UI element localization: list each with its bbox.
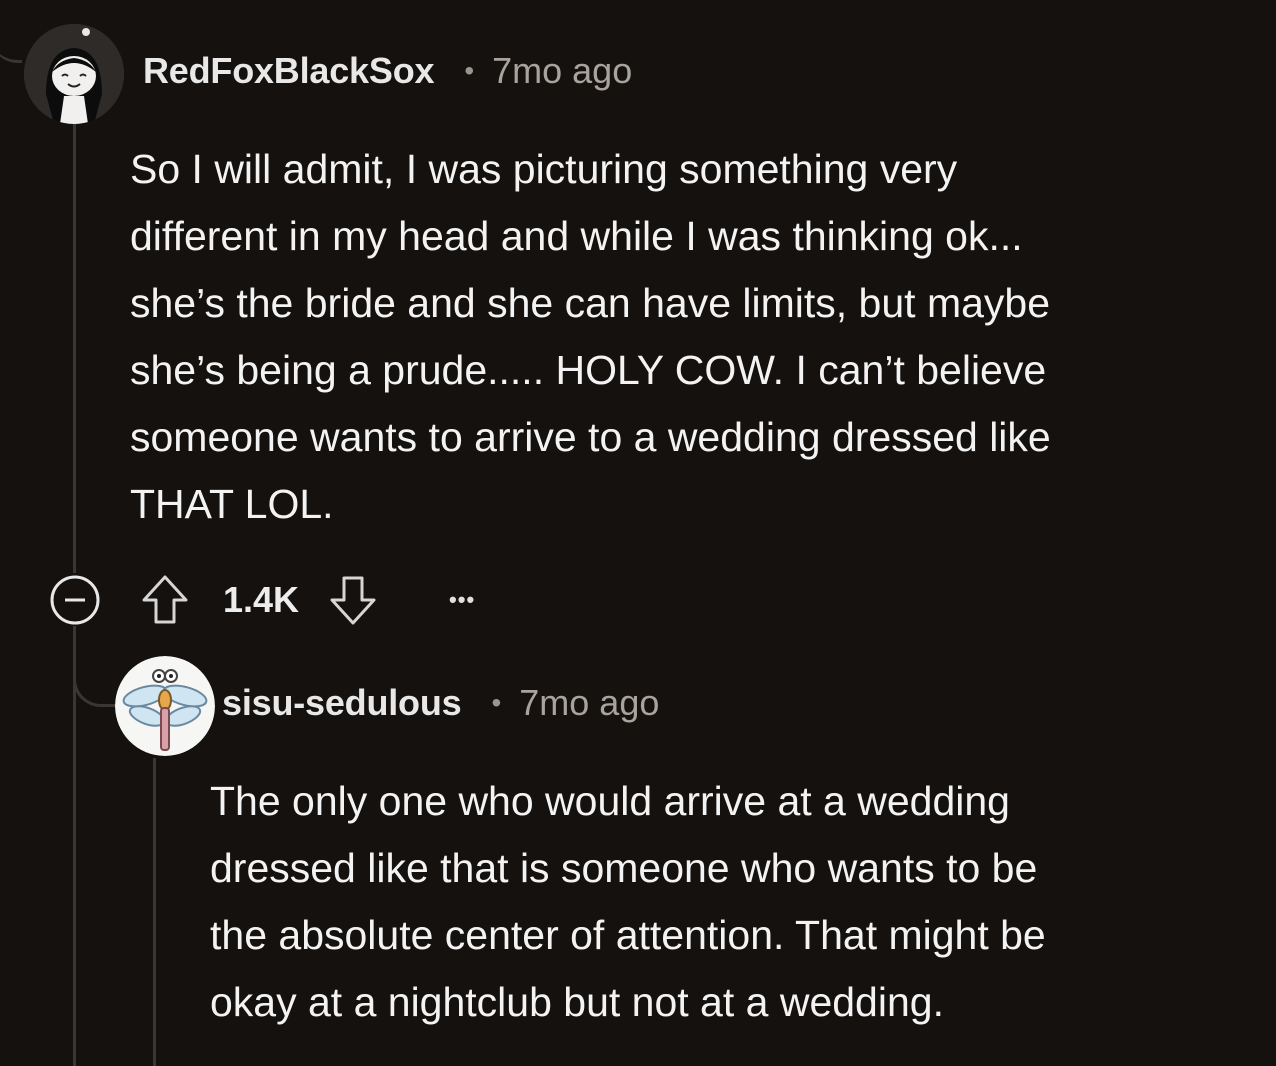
comment-actions: 1.4K ••• bbox=[49, 574, 475, 626]
thread-line-reply bbox=[153, 758, 156, 1066]
dragonfly-avatar-icon bbox=[115, 656, 215, 756]
comment-text: So I will admit, I was picturing somethi… bbox=[130, 146, 1051, 527]
separator-dot: • bbox=[464, 55, 475, 86]
cartoon-avatar-icon bbox=[24, 24, 124, 124]
avatar[interactable] bbox=[115, 656, 215, 756]
username[interactable]: RedFoxBlackSox bbox=[143, 50, 435, 92]
timestamp[interactable]: 7mo ago bbox=[519, 682, 659, 724]
upvote-button[interactable] bbox=[141, 574, 189, 626]
comment-text: The only one who would arrive at a weddi… bbox=[210, 778, 1046, 1025]
more-options-button[interactable]: ••• bbox=[449, 587, 475, 613]
username[interactable]: sisu-sedulous bbox=[222, 682, 462, 724]
downvote-arrow-icon bbox=[330, 576, 376, 625]
comment-header: sisu-sedulous • 7mo ago bbox=[222, 682, 659, 724]
thread-branch-reply bbox=[73, 648, 116, 707]
collapse-icon bbox=[50, 575, 100, 625]
timestamp[interactable]: 7mo ago bbox=[492, 50, 632, 92]
comment-header: RedFoxBlackSox • 7mo ago bbox=[143, 50, 632, 92]
avatar[interactable] bbox=[24, 24, 124, 124]
collapse-button[interactable] bbox=[49, 574, 101, 626]
separator-dot: • bbox=[491, 687, 502, 718]
thread-line-primary bbox=[73, 118, 76, 573]
thread-branch-top bbox=[0, 20, 22, 63]
downvote-button[interactable] bbox=[329, 574, 377, 626]
vote-score: 1.4K bbox=[223, 579, 300, 620]
upvote-arrow-icon bbox=[142, 575, 188, 624]
